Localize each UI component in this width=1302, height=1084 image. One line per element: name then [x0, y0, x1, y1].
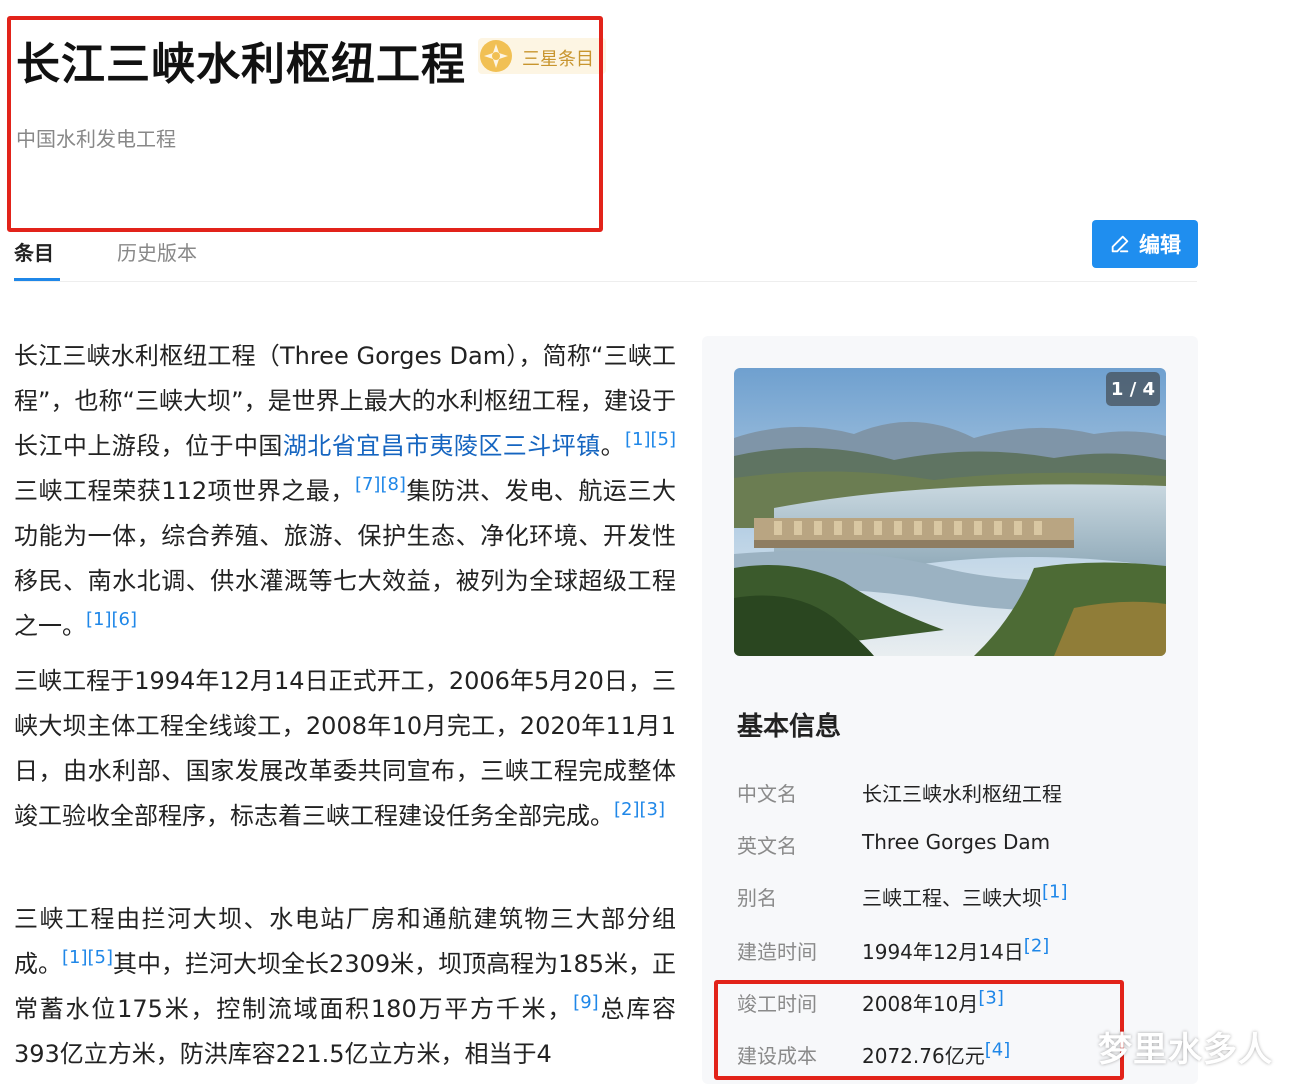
info-value-alias: 三峡工程、三峡大坝[1]: [862, 882, 1068, 911]
citation-ref[interactable]: [1][6]: [86, 609, 137, 630]
info-label-alias: 别名: [737, 886, 777, 910]
dam-landscape-image: [734, 368, 1166, 656]
info-value-chinese-name: 长江三峡水利枢纽工程: [862, 778, 1062, 807]
article-paragraph: 三峡工程于1994年12月14日正式开工，2006年5月20日，三峡大坝主体工程…: [14, 659, 676, 839]
info-value-text: 长江三峡水利枢纽工程: [862, 782, 1062, 806]
title-highlight-box: [7, 16, 603, 232]
article-paragraph: 长江三峡水利枢纽工程（Three Gorges Dam），简称“三峡工程”，也称…: [14, 334, 676, 649]
citation-ref[interactable]: [1][5]: [62, 947, 113, 968]
tab-entry[interactable]: 条目: [14, 237, 54, 266]
citation-ref[interactable]: [9]: [573, 992, 599, 1013]
infobox-photo[interactable]: [734, 368, 1166, 656]
info-label-english-name: 英文名: [737, 834, 797, 858]
info-value-construction-time: 1994年12月14日[2]: [862, 936, 1049, 965]
citation-ref[interactable]: [2]: [1024, 935, 1050, 956]
paragraph-text: 三峡工程荣获112项世界之最，: [14, 477, 355, 505]
info-value-text: 1994年12月14日: [862, 940, 1024, 964]
tab-history[interactable]: 历史版本: [117, 237, 197, 266]
citation-ref[interactable]: [2][3]: [614, 799, 665, 820]
info-label-construction-time: 建造时间: [737, 940, 817, 964]
photo-counter: 1 / 4: [1106, 372, 1160, 406]
watermark: 梦里水多人: [1098, 1030, 1273, 1070]
info-highlight-box: [714, 980, 1124, 1080]
info-value-text: 三峡工程、三峡大坝: [862, 886, 1042, 910]
location-link[interactable]: 湖北省宜昌市夷陵区三斗坪镇: [283, 432, 601, 460]
info-value-english-name: Three Gorges Dam: [862, 830, 1050, 854]
paragraph-text: 三峡工程于1994年12月14日正式开工，2006年5月20日，三峡大坝主体工程…: [14, 667, 676, 830]
info-label-chinese-name: 中文名: [737, 782, 797, 806]
edit-button-label: 编辑: [1139, 233, 1181, 257]
paragraph-text: 。: [600, 432, 626, 460]
citation-ref[interactable]: [7][8]: [355, 474, 406, 495]
pencil-icon: [1111, 235, 1129, 253]
infobox-heading: 基本信息: [737, 712, 842, 742]
info-value-text: Three Gorges Dam: [862, 830, 1051, 854]
article-paragraph: 三峡工程由拦河大坝、水电站厂房和通航建筑物三大部分组成。[1][5]其中，拦河大…: [14, 897, 676, 1077]
citation-ref[interactable]: [1][5]: [625, 429, 676, 450]
citation-ref[interactable]: [1]: [1042, 881, 1068, 902]
tab-divider: [14, 281, 1197, 282]
edit-button[interactable]: 编辑: [1092, 220, 1198, 268]
